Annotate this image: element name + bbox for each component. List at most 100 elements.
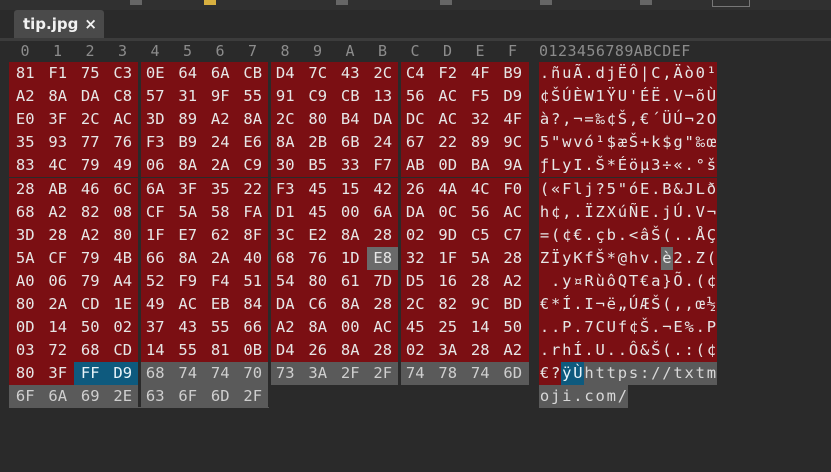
- hex-byte[interactable]: 83: [9, 154, 42, 178]
- hex-byte[interactable]: 2F: [334, 362, 367, 386]
- hex-byte[interactable]: 02: [399, 223, 432, 247]
- ascii-char[interactable]: *: [550, 293, 562, 316]
- ascii-char[interactable]: ¹: [705, 62, 717, 85]
- ascii-char[interactable]: Ã: [572, 62, 584, 85]
- ascii-char[interactable]: Š: [650, 293, 662, 316]
- ascii-char[interactable]: .: [650, 316, 662, 340]
- hex-byte[interactable]: F5: [464, 85, 497, 109]
- ascii-char[interactable]: .: [572, 293, 584, 316]
- ascii-char[interactable]: ù: [594, 269, 606, 293]
- hex-byte[interactable]: 74: [204, 362, 237, 386]
- ascii-char[interactable]: h: [628, 246, 640, 270]
- hex-byte[interactable]: 9F: [204, 85, 237, 109]
- ascii-char[interactable]: °: [694, 154, 706, 178]
- ascii-char[interactable]: C: [594, 316, 606, 340]
- hex-byte[interactable]: F1: [41, 62, 74, 85]
- hex-byte[interactable]: D4: [269, 339, 302, 363]
- ascii-char[interactable]: F: [561, 177, 573, 201]
- hex-byte[interactable]: 4C: [464, 177, 497, 201]
- ascii-char[interactable]: b: [605, 223, 617, 247]
- hex-byte[interactable]: 4F: [496, 108, 529, 132]
- ascii-char[interactable]: 3: [650, 154, 662, 178]
- hex-byte[interactable]: 2C: [366, 62, 399, 85]
- ascii-char[interactable]: .: [572, 385, 584, 409]
- hex-byte[interactable]: AB: [399, 154, 432, 178]
- ascii-char[interactable]: ö: [628, 154, 640, 178]
- hex-byte[interactable]: 55: [236, 85, 269, 109]
- ascii-char[interactable]: .: [650, 200, 662, 224]
- ascii-char[interactable]: Ï: [550, 246, 562, 270]
- ascii-char[interactable]: ÷: [661, 154, 673, 178]
- ascii-char[interactable]: ¢: [539, 85, 551, 109]
- ascii-char[interactable]: (: [694, 269, 706, 293]
- hex-byte[interactable]: 37: [139, 316, 172, 340]
- ascii-char[interactable]: y: [561, 154, 573, 178]
- hex-byte[interactable]: A2: [41, 200, 74, 224]
- ascii-char[interactable]: .: [694, 316, 706, 340]
- hex-byte[interactable]: 28: [9, 177, 42, 201]
- hex-byte[interactable]: 00: [334, 316, 367, 340]
- hex-byte[interactable]: 13: [366, 85, 399, 109]
- ascii-char[interactable]: ¬: [705, 200, 717, 224]
- hex-byte[interactable]: 28: [366, 339, 399, 363]
- hex-byte[interactable]: 68: [74, 339, 107, 363]
- ascii-char[interactable]: Ô: [628, 339, 640, 363]
- ascii-char[interactable]: ': [628, 85, 640, 109]
- ascii-char[interactable]: ?: [594, 177, 606, 201]
- hex-byte[interactable]: 32: [464, 108, 497, 132]
- hex-byte[interactable]: 46: [74, 177, 107, 201]
- ascii-char[interactable]: Ë: [616, 62, 628, 85]
- hex-byte[interactable]: 89: [171, 108, 204, 132]
- ascii-char[interactable]: m: [705, 362, 717, 386]
- hex-byte[interactable]: 43: [171, 316, 204, 340]
- hex-byte[interactable]: C9: [236, 154, 269, 178]
- ascii-char[interactable]: s: [628, 362, 640, 386]
- hex-byte[interactable]: D9: [496, 85, 529, 109]
- hex-byte[interactable]: 80: [9, 293, 42, 316]
- ascii-char[interactable]: ó: [583, 131, 595, 155]
- hex-byte[interactable]: D9: [106, 362, 139, 386]
- hex-byte[interactable]: 72: [41, 339, 74, 363]
- hex-byte[interactable]: E6: [236, 131, 269, 155]
- hex-byte[interactable]: E8: [366, 246, 399, 270]
- hex-byte[interactable]: 69: [74, 385, 107, 409]
- hex-byte[interactable]: 22: [431, 131, 464, 155]
- ascii-char[interactable]: ?: [550, 362, 562, 386]
- ascii-char[interactable]: %: [683, 316, 695, 340]
- ascii-char[interactable]: Z: [694, 246, 706, 270]
- hex-byte[interactable]: 4C: [41, 154, 74, 178]
- ascii-char[interactable]: .: [616, 339, 628, 363]
- hex-byte[interactable]: B9: [496, 62, 529, 85]
- hex-byte[interactable]: 67: [399, 131, 432, 155]
- hex-byte[interactable]: 50: [74, 316, 107, 340]
- hex-byte[interactable]: 82: [431, 293, 464, 316]
- ascii-char[interactable]: i: [561, 385, 573, 409]
- hex-byte[interactable]: 43: [334, 62, 367, 85]
- hex-byte[interactable]: 54: [269, 269, 302, 293]
- toolbar-input[interactable]: [712, 0, 750, 7]
- hex-byte[interactable]: CD: [106, 339, 139, 363]
- ascii-char[interactable]: (: [661, 293, 673, 316]
- hex-byte[interactable]: 1E: [106, 293, 139, 316]
- hex-byte[interactable]: 31: [171, 85, 204, 109]
- ascii-char[interactable]: u: [561, 62, 573, 85]
- hex-byte[interactable]: 6F: [171, 385, 204, 409]
- hex-byte[interactable]: 49: [106, 154, 139, 178]
- hex-byte[interactable]: 70: [236, 362, 269, 386]
- ascii-char[interactable]: É: [616, 154, 628, 178]
- ascii-char[interactable]: €: [639, 108, 651, 132]
- hex-byte[interactable]: 78: [431, 362, 464, 386]
- hex-byte[interactable]: 75: [74, 62, 107, 85]
- hex-byte[interactable]: 8A: [171, 246, 204, 270]
- hex-byte[interactable]: F3: [139, 131, 172, 155]
- ascii-char[interactable]: Ñ: [628, 200, 640, 224]
- ascii-char[interactable]: ¢: [705, 269, 717, 293]
- hex-byte[interactable]: 2C: [399, 293, 432, 316]
- ascii-char[interactable]: V: [694, 200, 706, 224]
- hex-byte[interactable]: 08: [106, 200, 139, 224]
- hex-byte[interactable]: 33: [334, 154, 367, 178]
- hex-byte[interactable]: DA: [74, 85, 107, 109]
- toolbar-icon[interactable]: [540, 0, 552, 5]
- ascii-char[interactable]: ,: [672, 293, 684, 316]
- hex-byte[interactable]: CD: [74, 293, 107, 316]
